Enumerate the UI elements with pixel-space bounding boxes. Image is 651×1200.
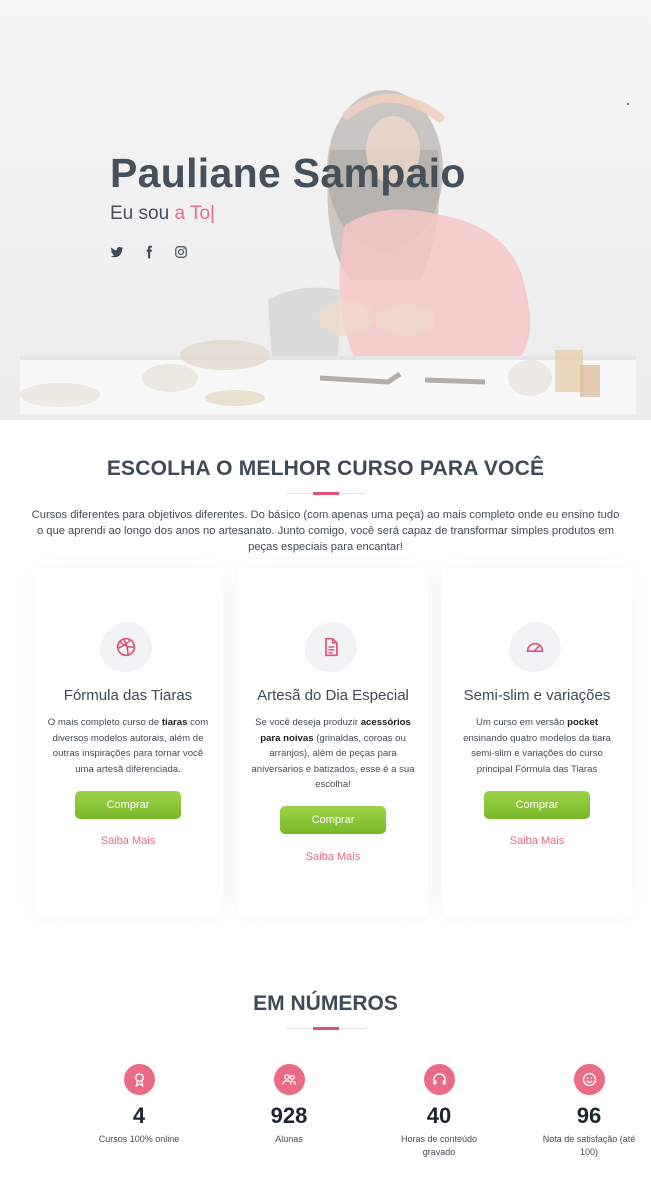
stat-value: 4 <box>132 1103 146 1128</box>
typing-caret: | <box>210 203 215 224</box>
speedometer-icon <box>526 642 544 652</box>
instagram-icon[interactable] <box>174 244 188 260</box>
stat-item: 40 Horas de conteúdo gravado <box>384 1064 494 1159</box>
headset-icon <box>432 1073 446 1085</box>
title-divider <box>286 492 366 495</box>
stat-value: 40 <box>426 1103 452 1128</box>
hero-typed-text: a To <box>174 203 211 224</box>
stat-label: Nota de satisfação (até 100) <box>542 1134 636 1157</box>
buy-button[interactable]: Comprar <box>75 791 181 819</box>
stat-value: 928 <box>270 1103 308 1128</box>
course-title: Artesã do Dia Especial <box>257 687 409 704</box>
hero-overlay <box>0 0 651 420</box>
learn-more-link[interactable]: Saiba Mais <box>442 835 632 847</box>
hero-subtitle: Eu sou a To| <box>110 203 215 225</box>
hero-name: Pauliane Sampaio <box>110 150 466 196</box>
stat-icon-badge <box>273 1064 305 1095</box>
stat-item: 928 Alunas <box>234 1064 344 1146</box>
stat-label: Horas de conteúdo gravado <box>400 1134 478 1157</box>
facebook-icon[interactable] <box>142 244 156 260</box>
users-icon <box>281 1074 296 1085</box>
hero-subtitle-prefix: Eu sou <box>110 203 175 224</box>
smile-icon <box>582 1072 596 1087</box>
stat-label: Cursos 100% online <box>98 1134 180 1144</box>
stat-icon-badge <box>423 1064 455 1095</box>
hero-section: Pauliane Sampaio Eu sou a To| <box>0 0 651 420</box>
numbers-section-title: EM NÚMEROS <box>253 992 398 1015</box>
course-card: Semi-slim e variações Um curso em versão… <box>442 568 632 916</box>
decorative-dot <box>627 103 629 105</box>
course-title: Fórmula das Tiaras <box>63 687 193 704</box>
stat-icon-badge <box>123 1064 155 1095</box>
course-card: Artesã do Dia Especial Se você deseja pr… <box>238 568 428 916</box>
course-description: Um curso em versão pocket ensinando quat… <box>463 717 611 775</box>
buy-button[interactable]: Comprar <box>484 791 590 819</box>
stat-value: 96 <box>576 1103 602 1128</box>
stat-icon-badge <box>573 1064 605 1095</box>
title-divider <box>286 1027 366 1030</box>
courses-intro: Cursos diferentes para objetivos diferen… <box>31 509 620 553</box>
course-icon-badge <box>509 622 561 672</box>
twitter-icon[interactable] <box>110 244 124 260</box>
courses-section-title: ESCOLHA O MELHOR CURSO PARA VOCÊ <box>106 457 545 480</box>
dribbble-icon <box>116 637 136 657</box>
stat-item: 4 Cursos 100% online <box>84 1064 194 1146</box>
stat-label: Alunas <box>275 1134 303 1144</box>
course-title: Semi-slim e variações <box>463 687 611 704</box>
course-description: O mais completo curso de tiaras com dive… <box>47 717 209 775</box>
document-icon <box>325 637 338 657</box>
course-description: Se você deseja produzir acessórios para … <box>251 717 415 791</box>
award-icon <box>134 1073 144 1087</box>
stat-item: 96 Nota de satisfação (até 100) <box>534 1064 644 1159</box>
course-card: Fórmula das Tiaras O mais completo curso… <box>33 568 223 916</box>
social-links <box>110 244 188 260</box>
buy-button[interactable]: Comprar <box>280 806 386 834</box>
course-icon-badge <box>305 622 357 672</box>
learn-more-link[interactable]: Saiba Mais <box>33 835 223 847</box>
learn-more-link[interactable]: Saiba Mais <box>238 851 428 863</box>
course-icon-badge <box>100 622 152 672</box>
